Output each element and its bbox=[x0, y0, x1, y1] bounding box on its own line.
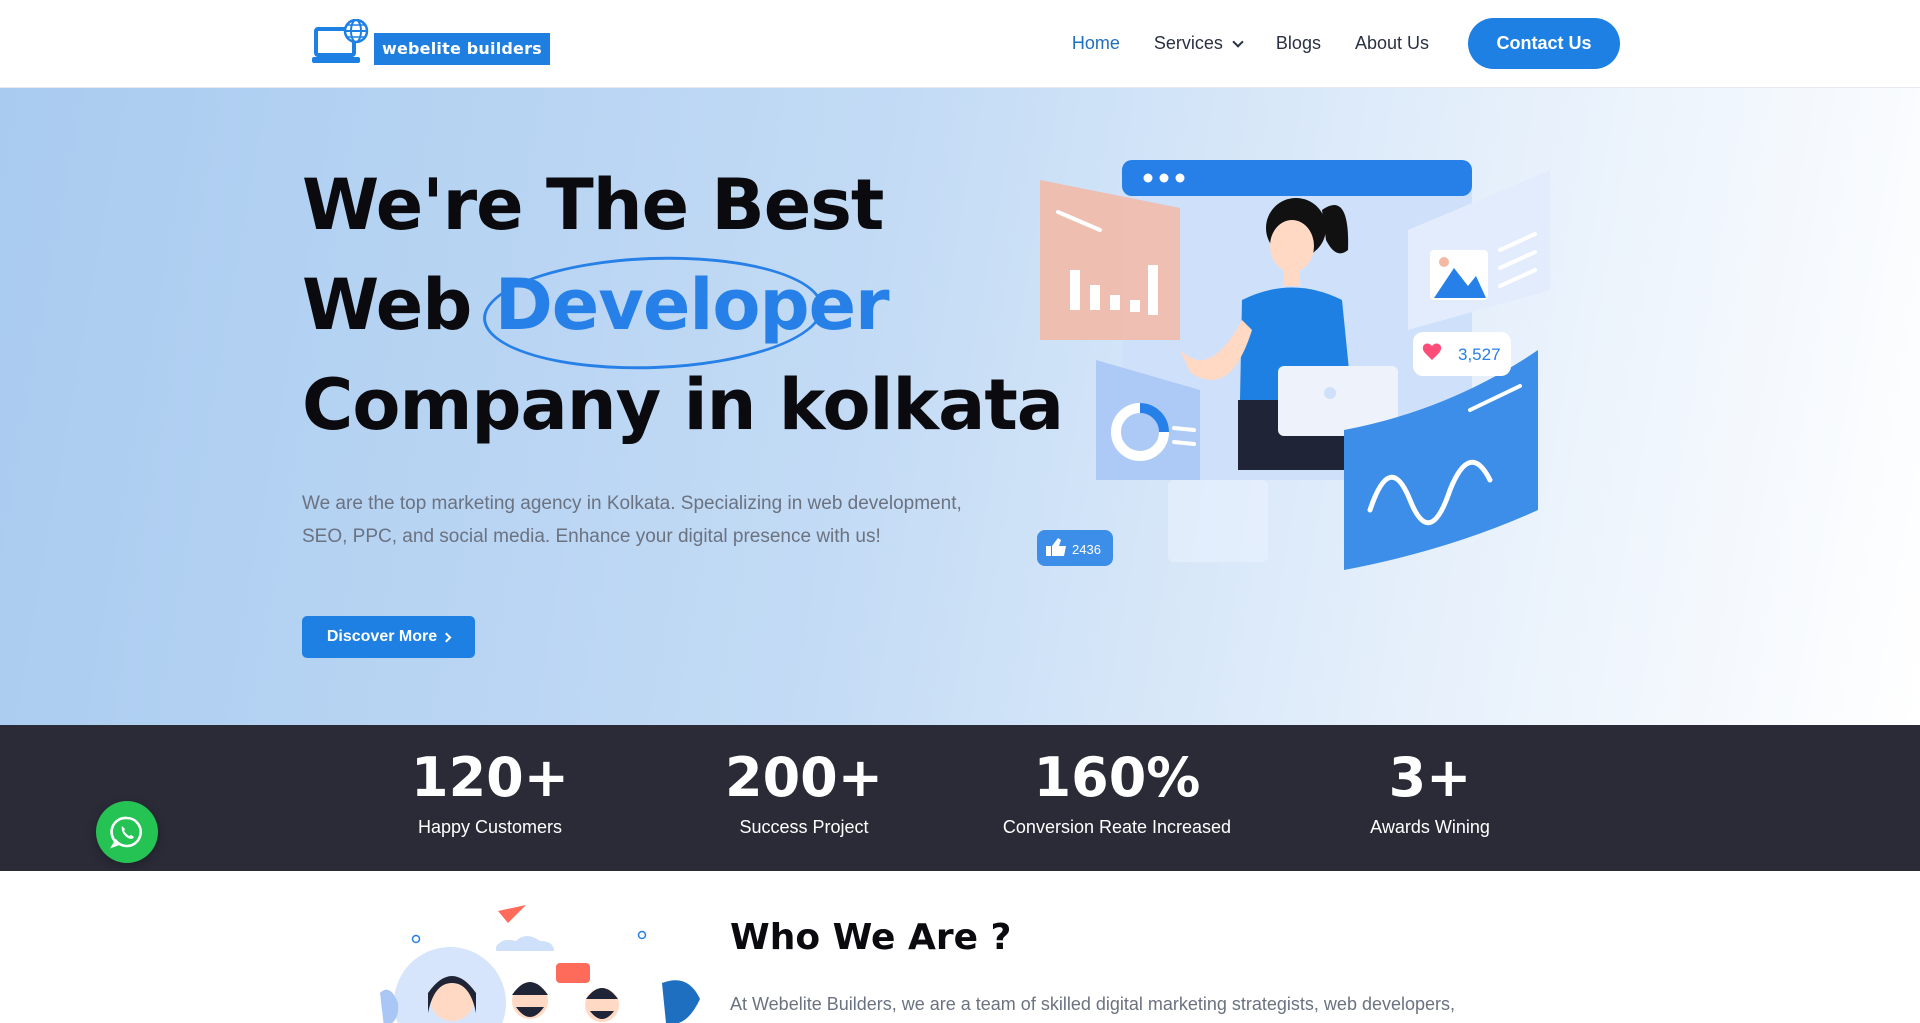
hero-description: We are the top marketing agency in Kolka… bbox=[302, 493, 962, 547]
stat-item: 160% Conversion Reate Increased bbox=[967, 745, 1267, 838]
stat-label: Awards Wining bbox=[1370, 817, 1490, 837]
who-we-are-section: Who We Are ? At Webelite Builders, we ar… bbox=[0, 871, 1920, 1023]
who-we-are-title: Who We Are ? bbox=[730, 917, 1012, 958]
nav-blogs[interactable]: Blogs bbox=[1276, 33, 1321, 54]
nav-home[interactable]: Home bbox=[1072, 33, 1120, 54]
discover-more-button[interactable]: Discover More bbox=[302, 616, 475, 658]
hero-title-highlight: Developer bbox=[480, 251, 890, 375]
stat-item: 120+ Happy Customers bbox=[340, 745, 640, 838]
stat-label: Happy Customers bbox=[417, 817, 563, 837]
team-illustration bbox=[370, 903, 710, 1023]
site-header: webelite builders Home Services Blogs Ab… bbox=[0, 0, 1920, 88]
stat-value: 200+ bbox=[725, 746, 883, 809]
stat-item: 3+ Awards Wining bbox=[1280, 745, 1580, 838]
site-logo[interactable]: webelite builders bbox=[312, 18, 550, 71]
main-nav: Home Services Blogs About Us Contact Us bbox=[1038, 18, 1620, 69]
nav-home-label: Home bbox=[1071, 33, 1120, 53]
who-we-are-text: At Webelite Builders, we are a team of s… bbox=[730, 994, 1456, 1014]
stat-value: 3+ bbox=[1388, 746, 1472, 809]
whatsapp-button[interactable] bbox=[96, 801, 158, 863]
nav-blogs-label: Blogs bbox=[1275, 33, 1321, 53]
stats-bar: 120+ Happy Customers 200+ Success Projec… bbox=[0, 725, 1920, 871]
logo-text: webelite builders bbox=[374, 33, 550, 65]
hero-title-prefix: Web bbox=[302, 264, 472, 346]
hero-title-line-1: We're The Best bbox=[302, 164, 884, 246]
stat-label: Conversion Reate Increased bbox=[1002, 817, 1232, 837]
nav-services-label: Services bbox=[1153, 33, 1223, 53]
hero-title-line-2: Web Developer bbox=[302, 251, 1063, 375]
stat-value: 160% bbox=[1033, 746, 1201, 809]
nav-about-label: About Us bbox=[1354, 33, 1429, 53]
nav-services[interactable]: Services bbox=[1153, 33, 1244, 54]
discover-more-label: Discover More bbox=[326, 628, 438, 645]
stat-value: 120+ bbox=[411, 746, 569, 809]
chevron-right-icon bbox=[441, 632, 452, 642]
thumbs-count: 2436 bbox=[1072, 542, 1101, 557]
hero-section: We're The Best Web Developer Company in … bbox=[0, 88, 1920, 725]
hero-title-line-3: Company in kolkata bbox=[302, 364, 1064, 446]
contact-us-button[interactable]: Contact Us bbox=[1468, 18, 1620, 69]
laptop-globe-icon bbox=[312, 18, 372, 71]
whatsapp-icon bbox=[110, 816, 143, 849]
hero-illustration: 3,527 2436 bbox=[1030, 150, 1570, 610]
hero-title: We're The Best Web Developer Company in … bbox=[302, 155, 1064, 455]
stat-label: Success Project bbox=[739, 817, 869, 837]
likes-count: 3,527 bbox=[1458, 345, 1501, 364]
stat-item: 200+ Success Project bbox=[654, 745, 954, 838]
chevron-down-icon bbox=[1232, 35, 1244, 48]
nav-about-us[interactable]: About Us bbox=[1355, 33, 1429, 54]
